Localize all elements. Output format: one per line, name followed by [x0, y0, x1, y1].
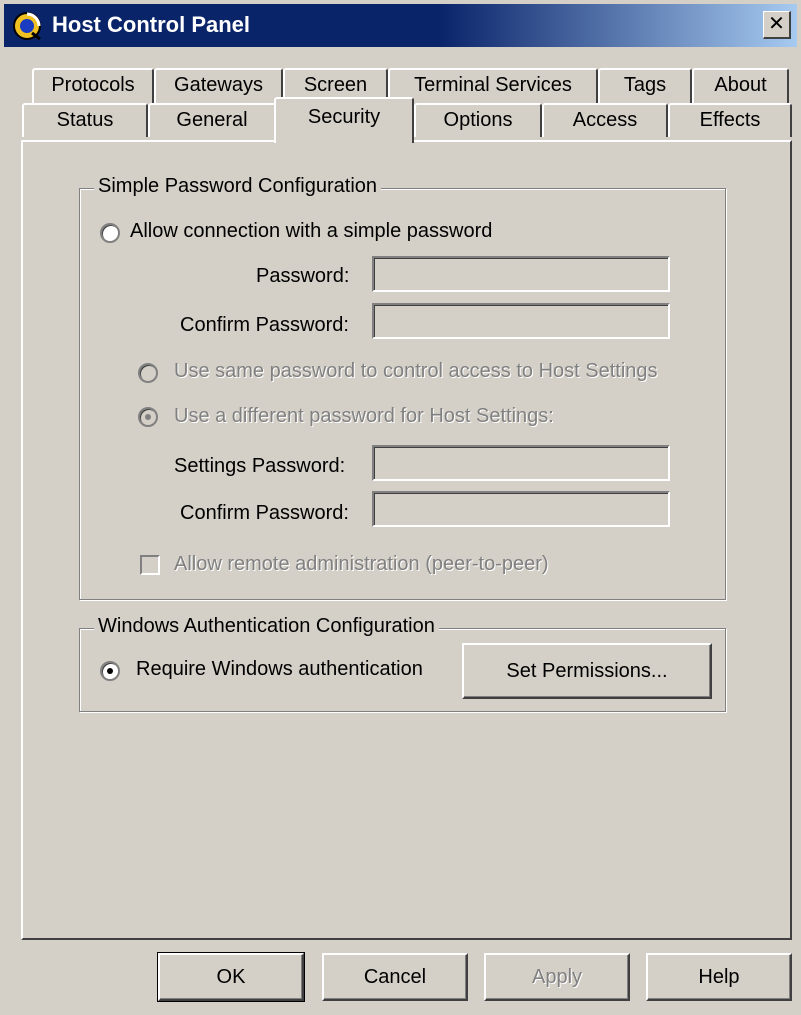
tab-status[interactable]: Status — [22, 103, 148, 137]
same-password-radio[interactable] — [138, 363, 158, 383]
tab-terminal-services[interactable]: Terminal Services — [388, 68, 598, 104]
remote-admin-checkbox[interactable] — [140, 555, 160, 575]
require-windows-auth-radio-dot — [107, 668, 113, 674]
tab-protocols[interactable]: Protocols — [32, 68, 154, 104]
close-button[interactable]: ✕ — [763, 11, 791, 39]
confirm-password-field[interactable] — [372, 303, 670, 339]
windows-auth-group: Windows Authentication Configuration Req… — [79, 615, 726, 712]
different-password-label: Use a different password for Host Settin… — [174, 405, 554, 427]
password-field[interactable] — [372, 256, 670, 292]
set-permissions-button[interactable]: Set Permissions... — [462, 643, 712, 699]
help-button[interactable]: Help — [646, 953, 792, 1001]
tab-options[interactable]: Options — [414, 103, 542, 137]
window-title: Host Control Panel — [52, 12, 251, 37]
host-app-icon — [12, 11, 42, 41]
settings-confirm-password-field[interactable] — [372, 491, 670, 527]
confirm-password-label: Confirm Password: — [180, 314, 349, 336]
simple-password-group-title: Simple Password Configuration — [94, 175, 382, 198]
tab-access[interactable]: Access — [542, 103, 668, 137]
require-windows-auth-label: Require Windows authentication — [136, 658, 423, 680]
same-password-label: Use same password to control access to H… — [174, 360, 658, 382]
security-tab-panel: Simple Password Configuration Allow conn… — [21, 140, 792, 940]
allow-simple-password-radio[interactable] — [100, 223, 120, 243]
tab-tags[interactable]: Tags — [598, 68, 692, 104]
different-password-radio-dot — [145, 414, 151, 420]
different-password-radio[interactable] — [138, 407, 158, 427]
tab-security[interactable]: Security — [274, 97, 414, 143]
tab-about[interactable]: About — [692, 68, 789, 104]
title-bar[interactable]: Host Control Panel ✕ — [4, 4, 797, 47]
allow-simple-password-label: Allow connection with a simple password — [130, 220, 493, 242]
require-windows-auth-radio[interactable] — [100, 661, 120, 681]
settings-confirm-password-label: Confirm Password: — [180, 502, 349, 524]
settings-password-field[interactable] — [372, 445, 670, 481]
tab-effects[interactable]: Effects — [668, 103, 792, 137]
tab-gateways[interactable]: Gateways — [154, 68, 283, 104]
ok-button[interactable]: OK — [157, 952, 305, 1002]
apply-button[interactable]: Apply — [484, 953, 630, 1001]
tab-general[interactable]: General — [148, 103, 276, 137]
cancel-button[interactable]: Cancel — [322, 953, 468, 1001]
windows-auth-group-title: Windows Authentication Configuration — [94, 615, 439, 638]
simple-password-group: Simple Password Configuration Allow conn… — [79, 175, 726, 600]
password-label: Password: — [256, 265, 350, 287]
close-icon: ✕ — [768, 13, 785, 35]
settings-password-label: Settings Password: — [174, 455, 346, 477]
remote-admin-label: Allow remote administration (peer-to-pee… — [174, 553, 549, 575]
host-control-panel-window: Host Control Panel ✕ Protocols Gateways … — [0, 0, 801, 1015]
